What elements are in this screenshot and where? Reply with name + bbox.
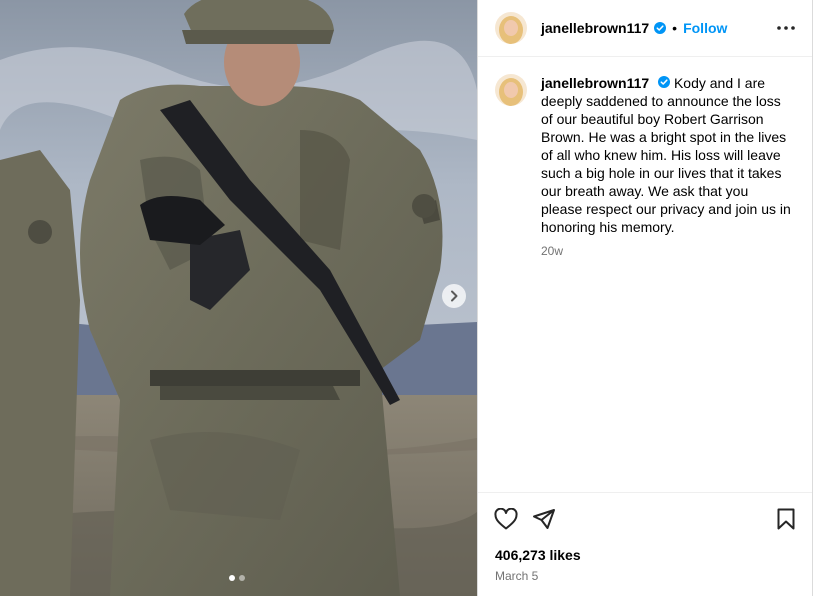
- chevron-right-icon: [451, 290, 458, 302]
- carousel-dot-active: [229, 575, 235, 581]
- likes-count[interactable]: 406,273 likes: [478, 547, 812, 563]
- soldier-photo-image: [0, 0, 477, 596]
- caption-verified-badge-icon: [658, 76, 671, 88]
- caption-avatar[interactable]: [495, 74, 527, 106]
- caption-body: janellebrown117 Kody and I are deeply sa…: [541, 74, 791, 260]
- post-sidebar: janellebrown117 • Follow janellebrown117…: [477, 0, 813, 596]
- post-date[interactable]: March 5: [478, 569, 812, 583]
- carousel-dot: [239, 575, 245, 581]
- caption: janellebrown117 Kody and I are deeply sa…: [478, 57, 812, 260]
- header-separator: •: [672, 20, 678, 36]
- avatar-image: [495, 12, 527, 44]
- follow-button[interactable]: Follow: [683, 20, 727, 36]
- post-photo[interactable]: [0, 0, 477, 596]
- bookmark-icon[interactable]: [774, 507, 798, 531]
- caption-avatar-image: [495, 74, 527, 106]
- avatar[interactable]: [495, 12, 527, 44]
- username[interactable]: janellebrown117: [541, 20, 649, 36]
- caption-text: Kody and I are deeply saddened to announ…: [541, 75, 791, 235]
- post-header: janellebrown117 • Follow: [478, 0, 812, 57]
- caption-username[interactable]: janellebrown117: [541, 75, 649, 91]
- verified-badge-icon: [654, 22, 667, 34]
- share-icon[interactable]: [532, 507, 556, 531]
- carousel-next-button[interactable]: [442, 284, 466, 308]
- caption-timestamp[interactable]: 20w: [541, 242, 791, 260]
- more-options-icon[interactable]: [774, 18, 798, 38]
- action-bar: [478, 493, 812, 545]
- carousel-indicator: [229, 575, 245, 581]
- heart-icon[interactable]: [494, 507, 518, 531]
- post-footer: 406,273 likes March 5: [478, 492, 812, 583]
